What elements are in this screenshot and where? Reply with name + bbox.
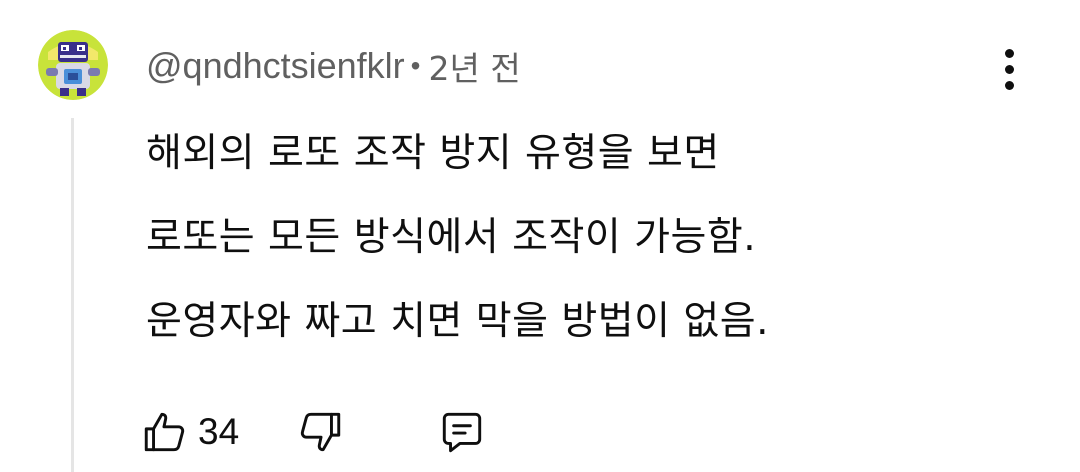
author-avatar[interactable] bbox=[38, 30, 108, 100]
thumbs-down-icon bbox=[301, 412, 341, 452]
robot-avatar-icon bbox=[38, 30, 108, 100]
comment-text: 해외의 로또 조작 방지 유형을 보면 로또는 모든 방식에서 조작이 가능함.… bbox=[146, 112, 1046, 364]
thumbs-up-icon bbox=[144, 412, 185, 452]
comment-meta: @qndhctsienfklr • 2년 전 bbox=[146, 40, 521, 92]
comment-line: 해외의 로또 조작 방지 유형을 보면 bbox=[146, 131, 720, 176]
thread-line bbox=[71, 118, 74, 472]
more-options-button[interactable] bbox=[988, 42, 1030, 96]
comment-actions: 34 bbox=[140, 402, 487, 462]
author-handle[interactable]: @qndhctsienfklr bbox=[146, 45, 405, 87]
meta-separator: • bbox=[410, 50, 421, 81]
dislike-button[interactable] bbox=[295, 407, 345, 457]
reply-comment-icon bbox=[442, 412, 482, 453]
more-dot bbox=[1004, 80, 1014, 90]
more-vertical-icon bbox=[1004, 48, 1014, 58]
comment-line: 운영자와 짜고 치면 막을 방법이 없음. bbox=[146, 299, 770, 344]
comment-item: @qndhctsienfklr • 2년 전 해외의 로또 조작 방지 유형을 … bbox=[0, 0, 1080, 472]
comment-line: 로또는 모든 방식에서 조작이 가능함. bbox=[146, 215, 757, 260]
like-button[interactable]: 34 bbox=[140, 407, 239, 457]
like-count: 34 bbox=[198, 411, 240, 452]
reply-button[interactable] bbox=[437, 407, 487, 457]
comment-timestamp[interactable]: 2년 전 bbox=[428, 42, 520, 90]
more-dot bbox=[1004, 64, 1014, 74]
